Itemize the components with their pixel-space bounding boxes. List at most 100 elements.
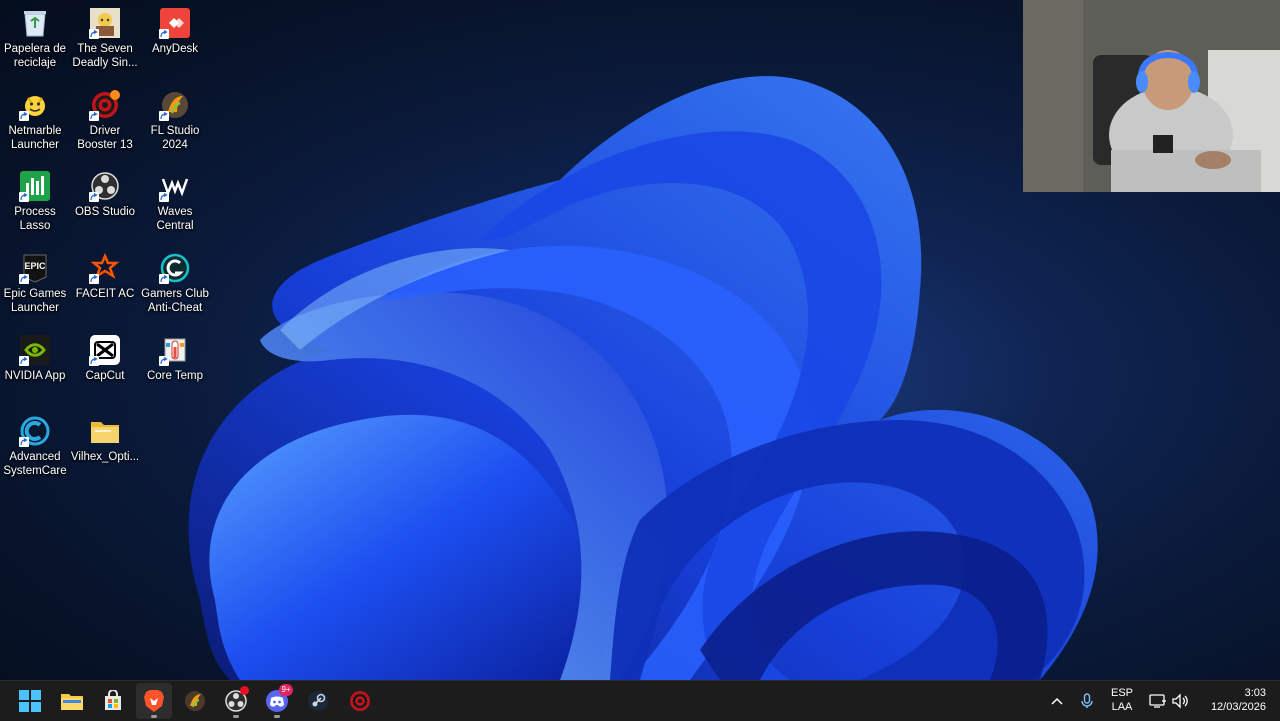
nvidia-icon [19,334,51,366]
brave-icon [144,690,164,712]
keyboard-layout: LAA [1111,701,1133,713]
desktop-icon-driver-booster[interactable]: Driver Booster 13 [70,84,140,162]
driver-booster-icon [350,691,370,711]
desktop-icon-epic-games[interactable]: EPIC Epic Games Launcher [0,247,70,325]
shortcut-arrow-icon [19,274,29,284]
shortcut-arrow-icon [159,274,169,284]
desktop-icon-label: Netmarble Launcher [8,125,62,151]
speaker-icon [1172,693,1188,709]
desktop-icon-label: Vilhex_Opti... [70,451,140,463]
fl-studio-icon [185,691,205,711]
shortcut-arrow-icon [159,111,169,121]
desktop-icon-label: OBS Studio [74,206,136,218]
desktop-icon-faceit[interactable]: FACEIT AC [70,247,140,325]
desktop-icon-gamers-club[interactable]: Gamers Club Anti-Cheat [140,247,210,325]
taskbar-driver-booster[interactable] [342,683,378,719]
network-button[interactable] [1147,689,1169,713]
running-indicator [233,715,239,718]
netmarble-icon [19,89,51,121]
desktop-icon-label: FL Studio 2024 [150,125,200,151]
desktop-icon-capcut[interactable]: CapCut [70,329,140,407]
desktop-icon-nvidia[interactable]: NVIDIA App [0,329,70,407]
desktop-icon-seven-deadly-sins[interactable]: The Seven Deadly Sin... [70,2,140,80]
desktop-icon-folder[interactable]: Vilhex_Opti... [70,410,140,488]
clock-date: 12/03/2026 [1210,701,1266,713]
desktop-icon-label: FACEIT AC [75,288,135,300]
desktop-icon-fl-studio[interactable]: FL Studio 2024 [140,84,210,162]
clock[interactable]: 3:03 12/03/2026 [1196,686,1266,714]
shortcut-arrow-icon [89,192,99,202]
shortcut-arrow-icon [89,356,99,366]
running-indicator [274,715,280,718]
desktop-icon-obs[interactable]: OBS Studio [70,165,140,243]
shortcut-arrow-icon [89,274,99,284]
active-indicator [151,715,157,718]
folder-icon [89,415,121,447]
desktop-icon-label: Advanced SystemCare [3,451,67,477]
desktop-icon-label: Epic Games Launcher [3,288,67,314]
epic-games-icon: EPIC [19,252,51,284]
start-button[interactable] [12,683,48,719]
desktop-icon-core-temp[interactable]: Core Temp [140,329,210,407]
advanced-systemcare-icon [19,415,51,447]
shortcut-arrow-icon [89,29,99,39]
shortcut-arrow-icon [19,437,29,447]
steam-icon [308,691,328,711]
seven-deadly-sins-icon [89,7,121,39]
taskbar-discord[interactable]: 9+ [259,683,295,719]
language-code: ESP [1110,687,1133,699]
store-icon [105,690,121,710]
desktop-icon-label: The Seven Deadly Sin... [72,43,138,69]
desktop-icon-label: Waves Central [156,206,194,232]
clock-time: 3:03 [1244,687,1266,699]
microphone-button[interactable] [1076,689,1098,713]
taskbar-fl-studio[interactable] [177,683,213,719]
desktop-icon-anydesk[interactable]: AnyDesk [140,2,210,80]
shortcut-arrow-icon [159,356,169,366]
tray-overflow-button[interactable] [1046,689,1068,713]
desktop-icon-recycle-bin[interactable]: Papelera de reciclaje [0,2,70,80]
taskbar-steam[interactable] [300,683,336,719]
taskbar: 9+ ESP LAA 3:03 12/03/2026 [0,680,1280,721]
desktop-icon-advanced-systemcare[interactable]: Advanced SystemCare [0,410,70,488]
shortcut-arrow-icon [19,111,29,121]
shortcut-arrow-icon [159,29,169,39]
notification-dot [240,686,249,695]
waves-icon [159,170,191,202]
folder-icon [61,694,83,710]
desktop-icon-label: NVIDIA App [4,370,66,382]
desktop-icon-label: CapCut [85,370,125,382]
desktop-icon-label: Gamers Club Anti-Cheat [141,288,209,314]
desktop-icon-netmarble[interactable]: Netmarble Launcher [0,84,70,162]
shortcut-arrow-icon [19,356,29,366]
desktop: Papelera de reciclaje The Seven Deadly Si… [0,0,1280,680]
capcut-icon [89,334,121,366]
taskbar-obs-studio[interactable] [218,683,254,719]
taskbar-microsoft-store[interactable] [95,683,131,719]
svg-text:EPIC: EPIC [24,261,46,271]
shortcut-arrow-icon [19,192,29,202]
core-temp-icon [159,334,191,366]
taskbar-brave[interactable] [136,683,172,719]
desktop-icon-process-lasso[interactable]: Process Lasso [0,165,70,243]
anydesk-icon [159,7,191,39]
recycle-bin-icon [19,7,51,39]
gamers-club-icon [159,252,191,284]
process-lasso-icon [19,170,51,202]
webcam-overlay [1023,0,1280,192]
desktop-icon-label: Papelera de reciclaje [3,43,67,69]
obs-icon [89,170,121,202]
volume-button[interactable] [1170,689,1192,713]
microphone-icon [1081,693,1093,708]
shortcut-arrow-icon [89,111,99,121]
shortcut-arrow-icon [159,192,169,202]
desktop-icon-waves[interactable]: Waves Central [140,165,210,243]
driver-booster-icon [89,89,121,121]
desktop-icon-label: Process Lasso [14,206,56,232]
language-indicator[interactable]: ESP LAA [1106,686,1138,714]
discord-badge: 9+ [279,684,293,696]
fl-studio-icon [159,89,191,121]
taskbar-file-explorer[interactable] [54,683,90,719]
windows-start-icon [19,690,41,712]
desktop-icon-label: Driver Booster 13 [77,125,133,151]
